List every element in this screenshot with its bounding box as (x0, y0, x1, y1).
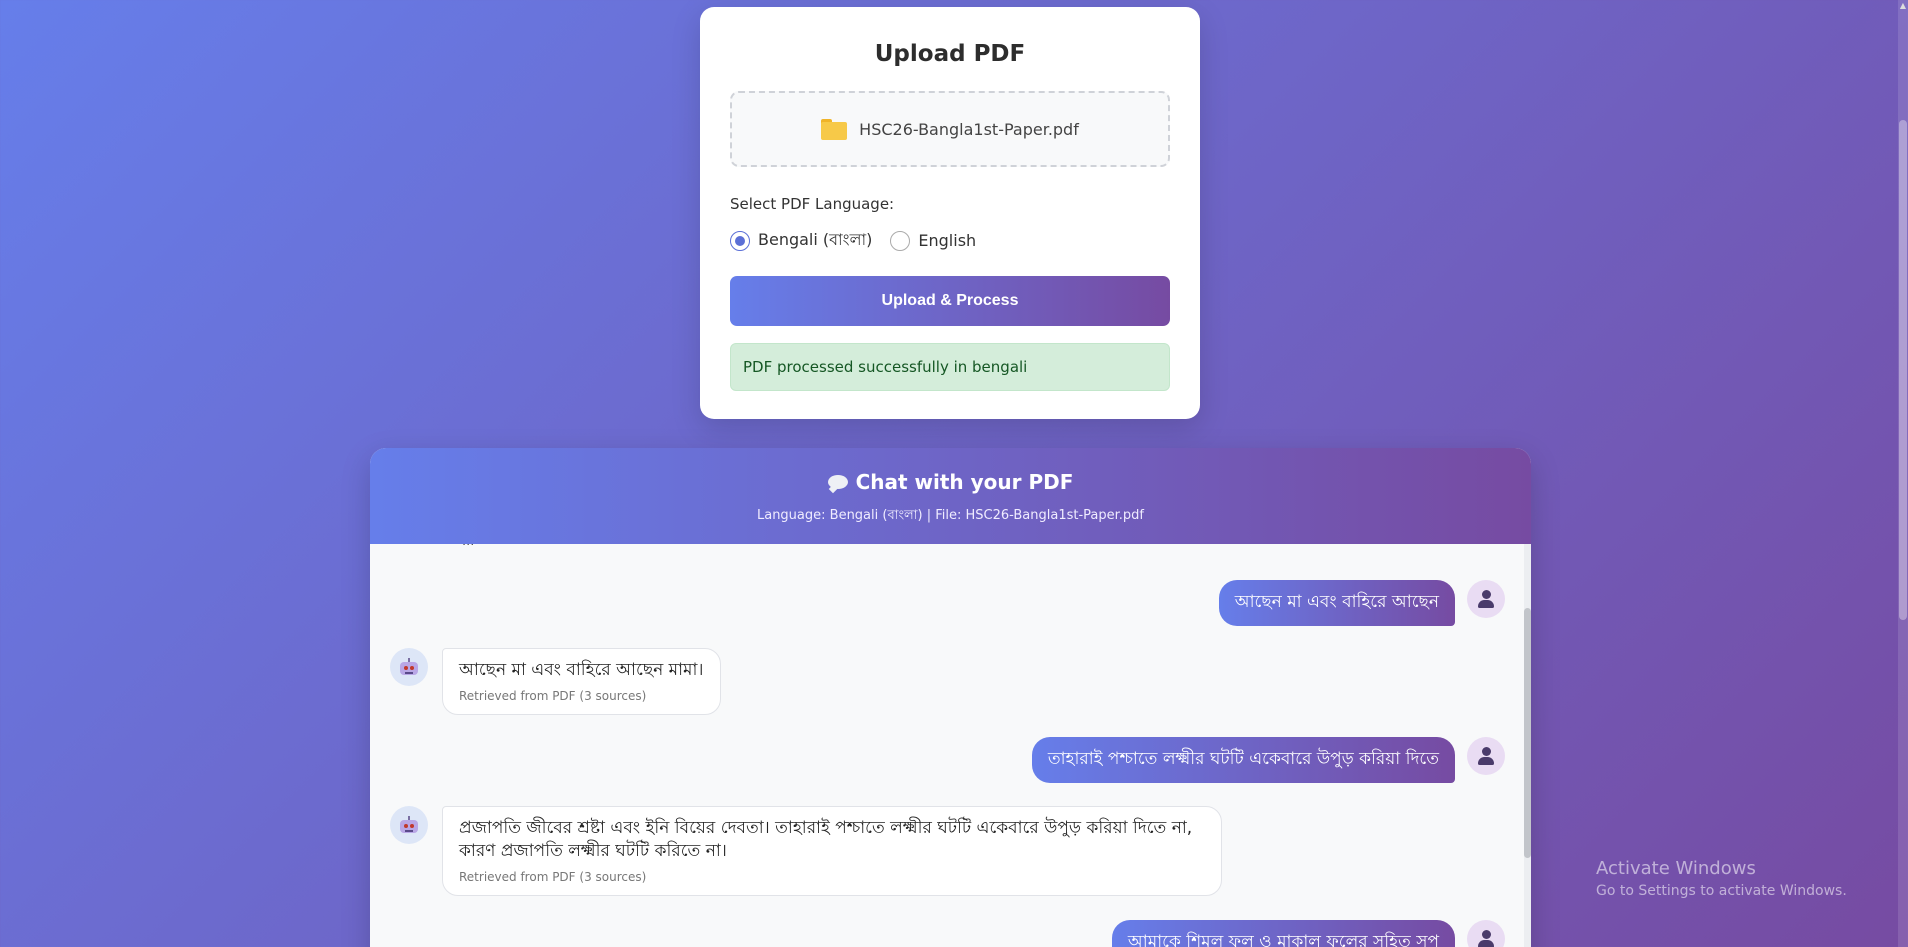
upload-title: Upload PDF (874, 41, 1026, 67)
windows-activation-watermark: Activate Windows Go to Settings to activ… (1596, 858, 1847, 899)
chat-messages[interactable]: ... আছেন মা এবং বাহিরে আছেন আছেন মা এবং … (370, 544, 1531, 947)
page-scrollbar-thumb[interactable] (1899, 120, 1907, 620)
robot-icon (399, 816, 419, 834)
chat-message-user: আমাকে শিমুল ফুল ও মাকাল ফুলের সহিত সুপ (1111, 920, 1505, 947)
radio-english[interactable] (890, 230, 911, 251)
robot-icon (399, 658, 419, 676)
radio-option-bengali[interactable]: Bengali (বাংলা) (730, 227, 872, 254)
user-avatar (1467, 920, 1505, 947)
bot-avatar (390, 806, 428, 844)
radio-bengali[interactable] (730, 230, 750, 251)
bot-message-source: Retrieved from PDF (3 sources) (459, 869, 647, 884)
chat-title-row: Chat with your PDF (370, 470, 1531, 494)
radio-option-english[interactable]: English (890, 230, 977, 251)
chat-scrollbar-track[interactable] (1524, 544, 1531, 947)
bot-message-text: প্রজাপতি জীবের শ্রষ্টা এবং ইনি বিয়ের দে… (459, 818, 1193, 861)
chat-message-user: আছেন মা এবং বাহিরে আছেন (1218, 580, 1505, 626)
user-avatar (1467, 737, 1505, 775)
scroll-up-arrow-icon[interactable]: ▲ (1899, 2, 1907, 10)
chat-message-bot: আছেন মা এবং বাহিরে আছেন মামা। Retrieved … (390, 648, 721, 716)
bot-message-bubble: আছেন মা এবং বাহিরে আছেন মামা। Retrieved … (442, 648, 721, 716)
folder-icon (821, 118, 848, 140)
chat-title: Chat with your PDF (855, 470, 1074, 494)
file-drop-zone[interactable]: HSC26-Bangla1st-Paper.pdf (730, 91, 1170, 167)
radio-english-label: English (918, 231, 977, 250)
chat-message-bot: প্রজাপতি জীবের শ্রষ্টা এবং ইনি বিয়ের দে… (390, 806, 1222, 897)
user-avatar (1467, 580, 1505, 618)
chat-subtitle: Language: Bengali (বাংলা) | File: HSC26-… (756, 508, 1144, 523)
selected-file-name: HSC26-Bangla1st-Paper.pdf (859, 119, 1079, 139)
bot-message-bubble: প্রজাপতি জীবের শ্রষ্টা এবং ইনি বিয়ের দে… (442, 806, 1222, 897)
user-message-bubble: আমাকে শিমুল ফুল ও মাকাল ফুলের সহিত সুপ (1111, 920, 1455, 947)
radio-bengali-label: Bengali (বাংলা) (758, 230, 873, 249)
user-message-bubble: আছেন মা এবং বাহিরে আছেন (1218, 580, 1455, 626)
user-icon (1478, 590, 1494, 608)
upload-card: Upload PDF HSC26-Bangla1st-Paper.pdf Sel… (700, 7, 1200, 419)
chat-panel: Chat with your PDF Language: Bengali (বা… (370, 448, 1531, 947)
chat-scrollbar-thumb[interactable] (1524, 608, 1531, 858)
watermark-title: Activate Windows (1596, 858, 1756, 879)
bot-message-source: Retrieved from PDF (3 sources) (459, 688, 647, 703)
chat-header: Chat with your PDF Language: Bengali (বা… (370, 448, 1531, 544)
bot-avatar (390, 648, 428, 686)
bot-message-text: আছেন মা এবং বাহিরে আছেন মামা। (459, 660, 704, 680)
watermark-subtitle: Go to Settings to activate Windows. (1596, 883, 1847, 899)
page-scrollbar[interactable]: ▲ (1898, 0, 1908, 947)
chat-message-user: তাহারাই পশ্চাতে লক্ষ্মীর ঘটটি একেবারে উপ… (1031, 737, 1505, 783)
language-label: Select PDF Language: (730, 195, 895, 213)
clipped-message-text: ... (462, 544, 474, 549)
user-icon (1478, 930, 1494, 947)
speech-bubble-icon (827, 475, 848, 489)
language-radio-group: Bengali (বাংলা) English (730, 227, 1170, 254)
upload-process-button[interactable]: Upload & Process (730, 276, 1170, 326)
status-message: PDF processed successfully in bengali (730, 343, 1170, 391)
user-icon (1478, 747, 1494, 765)
user-message-bubble: তাহারাই পশ্চাতে লক্ষ্মীর ঘটটি একেবারে উপ… (1031, 737, 1455, 783)
